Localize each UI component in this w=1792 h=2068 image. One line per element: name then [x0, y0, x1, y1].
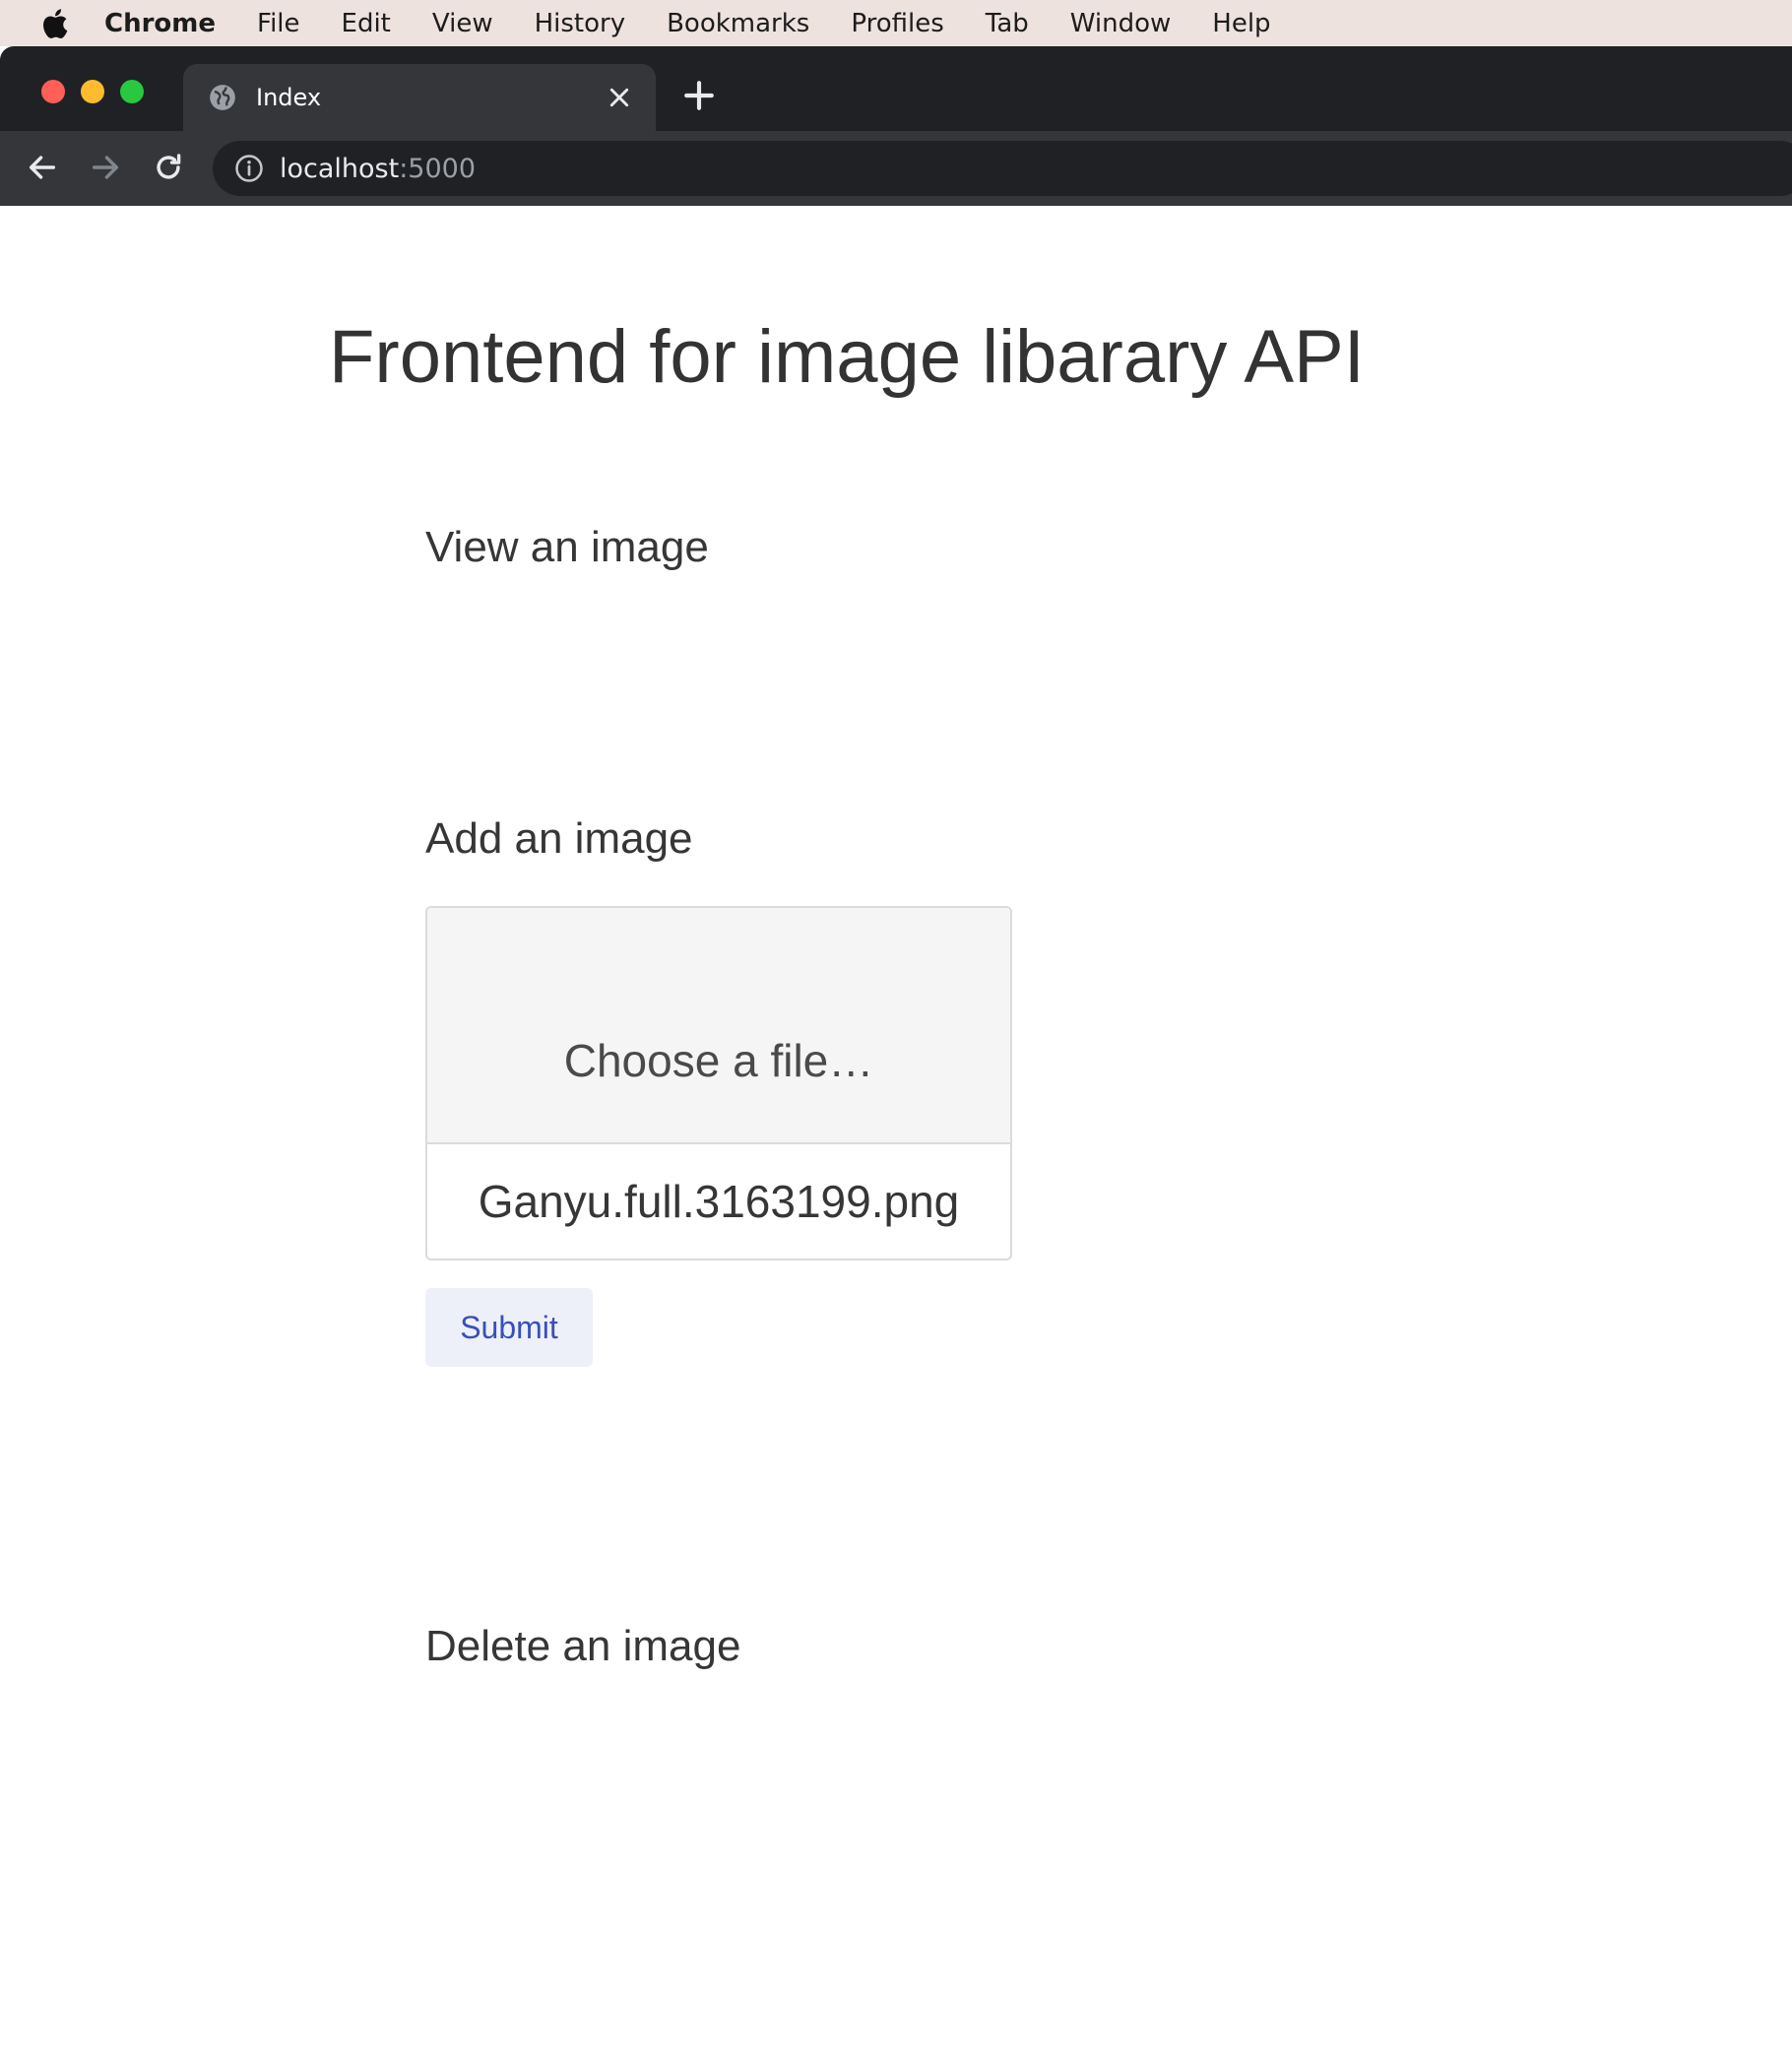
- url-port: :5000: [399, 153, 477, 184]
- view-image-heading: View an image: [425, 523, 709, 571]
- page-content: Frontend for image libarary API View an …: [0, 206, 1792, 2068]
- delete-image-heading: Delete an image: [425, 1622, 741, 1670]
- add-image-heading: Add an image: [425, 814, 693, 863]
- menu-history[interactable]: History: [535, 9, 626, 38]
- menu-app-name[interactable]: Chrome: [104, 9, 216, 38]
- menu-bookmarks[interactable]: Bookmarks: [667, 9, 809, 38]
- maximize-window-button[interactable]: [120, 80, 144, 103]
- macos-menu-bar: Chrome File Edit View History Bookmarks …: [0, 0, 1792, 46]
- back-arrow-icon[interactable]: [26, 151, 59, 184]
- globe-icon: [210, 85, 235, 110]
- apple-icon[interactable]: [39, 7, 69, 40]
- menu-tab[interactable]: Tab: [986, 9, 1029, 38]
- minimize-window-button[interactable]: [81, 80, 104, 103]
- close-window-button[interactable]: [41, 80, 65, 103]
- close-icon[interactable]: [608, 87, 630, 108]
- choose-file-button[interactable]: Choose a file…: [427, 908, 1010, 1144]
- file-upload-input[interactable]: Choose a file… Ganyu.full.3163199.png: [425, 906, 1012, 1260]
- reload-icon[interactable]: [152, 151, 185, 184]
- address-bar[interactable]: localhost:5000: [213, 141, 1792, 196]
- plus-icon[interactable]: [683, 80, 715, 111]
- url-host: localhost: [280, 153, 400, 184]
- browser-toolbar: localhost:5000: [0, 131, 1792, 206]
- menu-profiles[interactable]: Profiles: [851, 9, 943, 38]
- menu-view[interactable]: View: [432, 9, 493, 38]
- menu-help[interactable]: Help: [1212, 9, 1270, 38]
- menu-file[interactable]: File: [257, 9, 300, 38]
- info-icon[interactable]: [234, 154, 264, 183]
- browser-tab-active[interactable]: Index: [183, 64, 656, 131]
- menu-window[interactable]: Window: [1070, 9, 1172, 38]
- selected-file-name: Ganyu.full.3163199.png: [478, 1176, 960, 1227]
- browser-window-chrome: Index localhost:5000: [0, 46, 1792, 206]
- submit-button[interactable]: Submit: [425, 1288, 593, 1367]
- tab-title: Index: [256, 84, 322, 111]
- page-title: Frontend for image libarary API: [329, 315, 1365, 399]
- menu-edit[interactable]: Edit: [342, 9, 391, 38]
- forward-arrow-icon[interactable]: [89, 151, 122, 184]
